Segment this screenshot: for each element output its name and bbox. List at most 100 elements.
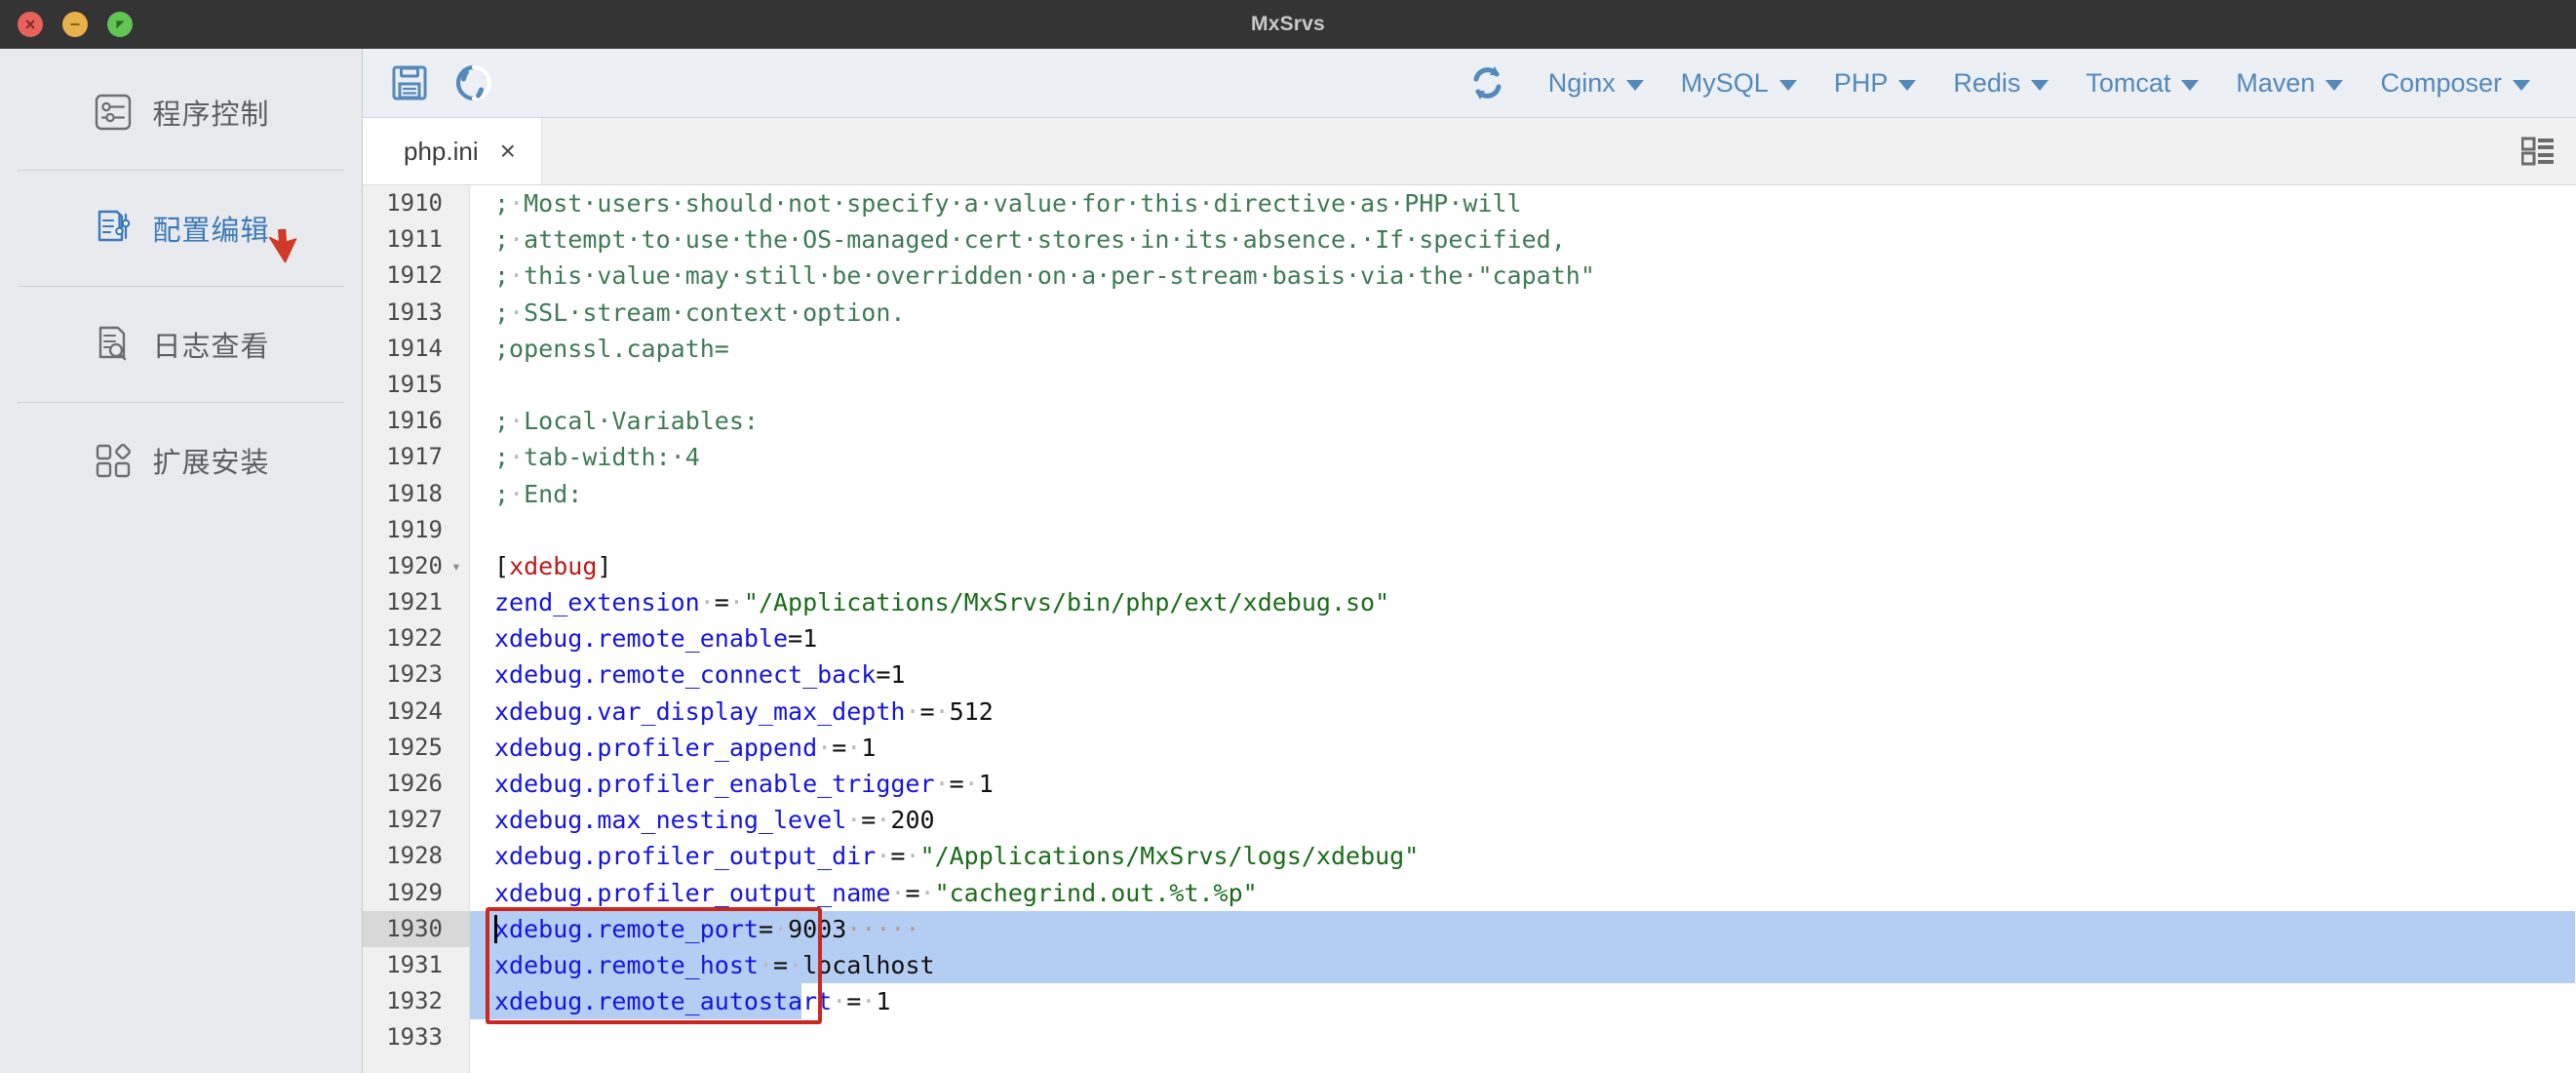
reload-button[interactable]	[452, 61, 495, 104]
code-line[interactable]: 1930 xdebug.remote_port=·9003·····	[363, 910, 2576, 947]
code-token: xdebug.remote_port	[494, 914, 759, 943]
code-line[interactable]: 1918 ;·End:	[363, 476, 2576, 512]
minimize-window-button[interactable]	[62, 12, 88, 37]
blocks-icon	[92, 439, 135, 482]
code-line[interactable]: 1916 ;·Local·Variables:	[363, 403, 2576, 439]
menu-tomcat[interactable]: Tomcat	[2067, 62, 2217, 104]
sidebar-item-label: 日志查看	[152, 332, 270, 363]
menu-redis[interactable]: Redis	[1934, 62, 2067, 104]
code-line[interactable]: 1931 xdebug.remote_host·=·localhost	[363, 946, 2576, 984]
code-line-text: ;·SSL·stream·context·option.	[494, 295, 905, 331]
code-line[interactable]: 1913 ;·SSL·stream·context·option.	[363, 295, 2576, 331]
code-token: Local·Variables:	[524, 407, 759, 436]
line-number: 1910	[386, 189, 443, 217]
code-line-text: ;·this·value·may·still·be·overridden·on·…	[494, 258, 1595, 294]
code-line[interactable]: 1914 ;openssl.capath=	[363, 331, 2576, 367]
line-number: 1924	[386, 696, 443, 725]
mouse-pointer-icon	[265, 225, 316, 270]
code-token: attempt·to·use·the·OS-managed·cert·store…	[524, 225, 1566, 255]
code-token: ·	[699, 588, 715, 617]
save-button[interactable]	[388, 61, 431, 104]
sidebar-item-label: 配置编辑	[152, 216, 270, 247]
menu-label: Tomcat	[2086, 67, 2171, 98]
code-line-text: xdebug.max_nesting_level·=·200	[494, 802, 935, 838]
code-line[interactable]: 1921 zend_extension·=·"/Applications/MxSr…	[363, 584, 2576, 620]
code-token: End:	[524, 479, 583, 508]
line-number: 1917	[386, 443, 443, 471]
code-line[interactable]: 1920 ▾ [xdebug]	[363, 548, 2576, 584]
code-token: 1	[876, 987, 891, 1016]
code-token: ·	[728, 588, 744, 617]
code-line[interactable]: 1927 xdebug.max_nesting_level·=·200	[363, 802, 2576, 838]
code-line[interactable]: 1922 xdebug.remote_enable=1	[363, 620, 2576, 656]
code-token: ·	[758, 950, 773, 979]
code-line[interactable]: 1925 xdebug.profiler_append·=·1	[363, 730, 2576, 766]
code-token: tab-width:·4	[524, 443, 700, 472]
code-token: =	[758, 914, 773, 943]
close-icon[interactable]: ×	[500, 138, 516, 165]
code-token: ·	[817, 733, 833, 762]
code-line[interactable]: 1924 xdebug.var_display_max_depth·=·512	[363, 694, 2576, 730]
menu-php[interactable]: PHP	[1815, 62, 1935, 104]
code-line[interactable]: 1923 xdebug.remote_connect_back=1	[363, 656, 2576, 693]
menu-maven[interactable]: Maven	[2217, 62, 2361, 104]
code-token: ;	[494, 189, 510, 218]
fold-toggle-icon[interactable]: ▾	[449, 548, 464, 584]
code-token: =	[890, 842, 906, 871]
editor-toolbar: Nginx MySQL PHP Redis Tomcat Maven Compo…	[363, 49, 2576, 118]
code-token: =1	[876, 660, 906, 690]
code-line[interactable]: 1911 ;·attempt·to·use·the·OS-managed·cert…	[363, 221, 2576, 258]
code-line[interactable]: 1912 ;·this·value·may·still·be·overridden…	[363, 258, 2576, 294]
code-token: =	[714, 588, 729, 617]
code-token: SSL·stream·context·option.	[524, 298, 906, 327]
line-number: 1929	[386, 878, 443, 906]
tab-php-ini[interactable]: php.ini ×	[363, 118, 542, 184]
chevron-down-icon	[2325, 79, 2344, 91]
code-token: ;	[494, 479, 510, 508]
code-line[interactable]: 1926 xdebug.profiler_enable_trigger·=·1	[363, 766, 2576, 802]
sidebar-item-extension-install[interactable]: 扩展安装	[0, 403, 362, 518]
line-number: 1922	[386, 624, 443, 653]
code-rows[interactable]: 1910 ;·Most·users·should·not·specify·a·va…	[363, 185, 2576, 1056]
code-line[interactable]: 1933	[363, 1019, 2576, 1055]
code-line-text: [xdebug]	[494, 548, 611, 584]
code-token: ·	[919, 878, 935, 907]
code-token: =	[773, 950, 789, 979]
refresh-all-button[interactable]	[1465, 60, 1510, 105]
code-token: xdebug.remote_connect_back	[494, 660, 877, 690]
code-line[interactable]: 1932 xdebug.remote_autostart·=·1	[363, 983, 2576, 1020]
line-number: 1925	[386, 733, 443, 761]
menu-nginx[interactable]: Nginx	[1530, 62, 1662, 104]
code-line-text: xdebug.remote_autostart·=·1	[494, 983, 890, 1019]
close-icon	[25, 20, 35, 29]
menu-composer[interactable]: Composer	[2361, 62, 2549, 104]
code-token: ·	[509, 189, 525, 218]
code-line[interactable]: 1919	[363, 512, 2576, 548]
code-token: ;	[494, 443, 510, 472]
sidebar-item-config-editor[interactable]: 配置编辑	[0, 171, 362, 286]
line-number: 1911	[386, 225, 443, 254]
sidebar-item-log-viewer[interactable]: 日志查看	[0, 287, 362, 402]
code-line[interactable]: 1917 ;·tab-width:·4	[363, 439, 2576, 475]
code-token: 9003	[788, 914, 847, 943]
code-line-text: xdebug.profiler_append·=·1	[494, 730, 876, 766]
code-token: 1	[978, 770, 994, 798]
menu-mysql[interactable]: MySQL	[1662, 62, 1815, 104]
close-window-button[interactable]	[18, 12, 43, 37]
code-token: Most·users·should·not·specify·a·value·fo…	[524, 189, 1522, 218]
code-line-text: ;openssl.capath=	[494, 331, 729, 367]
line-number: 1914	[386, 334, 443, 362]
code-line[interactable]: 1929 xdebug.profiler_output_name·=·"cache…	[363, 875, 2576, 911]
sidebar-item-program-control[interactable]: 程序控制	[0, 55, 362, 170]
code-token: ·	[788, 950, 803, 979]
maximize-window-button[interactable]	[107, 12, 133, 37]
code-line[interactable]: 1910 ;·Most·users·should·not·specify·a·va…	[363, 185, 2576, 221]
code-line[interactable]: 1928 xdebug.profiler_output_dir·=·"/Appli…	[363, 838, 2576, 874]
code-line[interactable]: 1915	[363, 367, 2576, 403]
code-line-text: xdebug.remote_enable=1	[494, 620, 817, 656]
list-view-button[interactable]	[2521, 137, 2555, 166]
page-title: MxSrvs	[1251, 13, 1325, 35]
code-editor[interactable]: 1910 ;·Most·users·should·not·specify·a·va…	[363, 185, 2576, 1073]
code-token: ;	[494, 225, 510, 255]
code-line-text: ;·Local·Variables:	[494, 403, 759, 439]
